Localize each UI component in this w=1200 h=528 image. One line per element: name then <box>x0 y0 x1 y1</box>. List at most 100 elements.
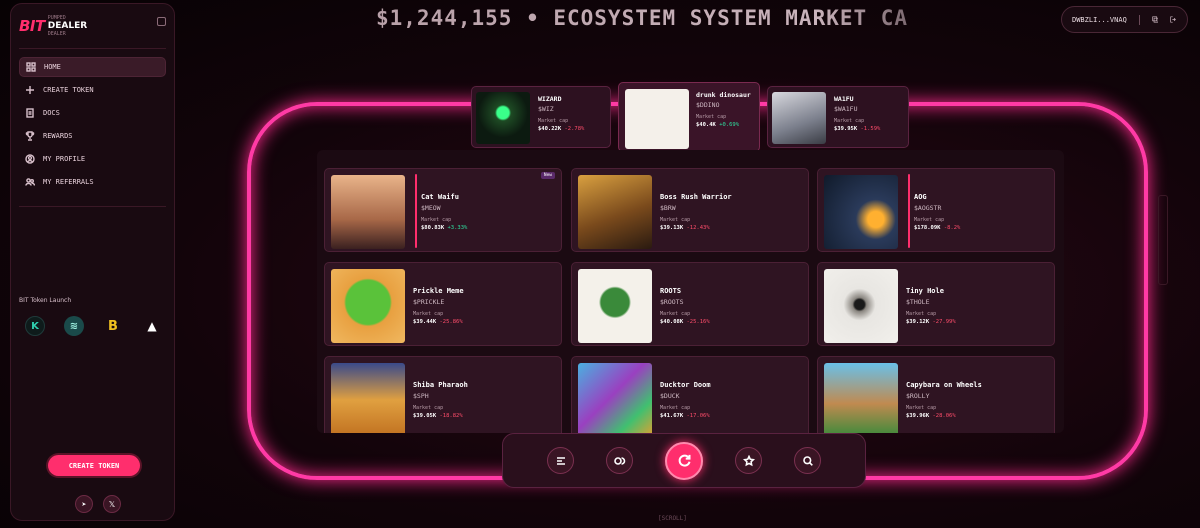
token-ticker: $MEOW <box>421 204 441 212</box>
x-twitter-icon[interactable]: 𝕏 <box>103 495 121 513</box>
sidebar-item-label: MY PROFILE <box>43 155 86 163</box>
market-cap-value: $39.13K <box>660 225 684 231</box>
star-badge-icon <box>742 454 755 466</box>
market-cap-label: Market cap <box>906 405 937 411</box>
divider <box>19 48 166 49</box>
token-card[interactable]: New Cat Waifu $MEOW Market cap $80.83K +… <box>324 168 562 252</box>
user-icon <box>25 154 35 164</box>
users-icon <box>25 178 35 186</box>
search-icon <box>802 455 813 466</box>
collapse-sidebar-icon[interactable] <box>157 17 166 26</box>
token-image <box>625 89 689 149</box>
market-cap-value: $39.12K <box>906 319 930 325</box>
refresh-button[interactable] <box>665 441 703 480</box>
token-name: WIZARD <box>538 95 562 103</box>
token-card[interactable]: ROOTS $ROOTS Market cap $40.08K -25.16% <box>571 262 809 346</box>
price-change: -17.06% <box>686 413 710 419</box>
wave-logo-icon[interactable]: ≋ <box>64 316 84 336</box>
token-name: Prickle Meme <box>413 287 464 295</box>
token-card[interactable]: Boss Rush Warrior $BRW Market cap $39.13… <box>571 168 809 252</box>
featured-token-card[interactable]: WIZARD $WIZ Market cap $40.22K -2.78% <box>471 86 611 148</box>
new-badge: New <box>540 172 555 179</box>
token-ticker: $ROLLY <box>906 392 930 400</box>
token-card[interactable]: Tiny Hole $THOLE Market cap $39.12K -27.… <box>817 262 1055 346</box>
scroll-hint: [SCROLL] <box>658 515 687 522</box>
divider <box>19 206 166 207</box>
docs-icon <box>26 108 34 118</box>
favorites-button[interactable] <box>735 447 762 474</box>
sidebar-item-home[interactable]: HOME <box>19 57 166 77</box>
market-cap-value: $178.09K <box>914 225 941 231</box>
toggle-button[interactable] <box>606 447 633 474</box>
sidebar-item-rewards[interactable]: REWARDS <box>19 126 166 146</box>
featured-token-card-highlighted[interactable]: drunk dinosaur $DDINO Market cap $40.4K … <box>618 82 760 152</box>
token-ticker: $DDINO <box>696 101 720 109</box>
token-image <box>824 175 898 249</box>
market-cap-label: Market cap <box>538 118 569 124</box>
market-cap-label: Market cap <box>660 217 691 223</box>
sidebar-item-create-token[interactable]: CREATE TOKEN <box>19 80 166 100</box>
wallet-button[interactable]: DWBZLI...VNAQ <box>1061 6 1188 33</box>
token-image <box>578 175 652 249</box>
token-name: Boss Rush Warrior <box>660 193 732 201</box>
search-button[interactable] <box>794 447 821 474</box>
price-change: -27.99% <box>932 319 956 325</box>
market-cap-label: Market cap <box>906 311 937 317</box>
token-card[interactable]: Ducktor Doom $DUCK Market cap $41.67K -1… <box>571 356 809 433</box>
token-card[interactable]: Shiba Pharaoh $SPH Market cap $39.05K -1… <box>324 356 562 433</box>
token-name: ROOTS <box>660 287 682 295</box>
price-change: -28.06% <box>932 413 956 419</box>
token-image <box>824 363 898 433</box>
token-ticker: $WIZ <box>538 105 554 113</box>
toggle-icon <box>613 456 625 465</box>
social-links: ➤ 𝕏 <box>75 495 121 513</box>
token-ticker: $WA1FU <box>834 105 858 113</box>
token-name: Ducktor Doom <box>660 381 711 389</box>
token-image <box>578 269 652 343</box>
progress-bar <box>908 174 910 248</box>
price-change: -18.82% <box>439 413 463 419</box>
price-change: -25.16% <box>686 319 710 325</box>
copy-icon[interactable] <box>1151 15 1159 24</box>
create-token-button[interactable]: CREATE TOKEN <box>48 455 140 476</box>
mountain-logo-icon[interactable]: ▲ <box>142 316 162 336</box>
token-grid: New Cat Waifu $MEOW Market cap $80.83K +… <box>317 150 1064 433</box>
bnb-logo-icon[interactable]: B <box>103 316 123 336</box>
token-ticker: $AOGSTR <box>914 204 942 212</box>
bottom-dock <box>502 433 866 488</box>
featured-token-card[interactable]: WA1FU $WA1FU Market cap $39.95K -1.59% <box>767 86 909 148</box>
market-cap-value: $40.4K <box>696 122 716 128</box>
market-cap-value: $40.08K <box>660 319 684 325</box>
market-cap-label: Market cap <box>421 217 452 223</box>
sidebar-item-my-profile[interactable]: MY PROFILE <box>19 149 166 169</box>
sidebar-nav: HOME CREATE TOKEN DOCS REWARDS MY PROFIL… <box>19 57 166 192</box>
app-root: BIT PUMPED DEALER DEALER HOME CREATE TOK… <box>0 0 1200 528</box>
token-card[interactable]: AOG $AOGSTR Market cap $178.09K -8.2% <box>817 168 1055 252</box>
telegram-icon[interactable]: ➤ <box>75 495 93 513</box>
price-change: -1.59% <box>860 126 881 132</box>
token-ticker: $PRICKLE <box>413 298 445 306</box>
sidebar-item-label: CREATE TOKEN <box>43 86 94 94</box>
token-image <box>331 175 405 249</box>
token-ticker: $ROOTS <box>660 298 684 306</box>
logo-dealer: DEALER <box>47 21 88 31</box>
logout-icon[interactable] <box>1170 15 1177 24</box>
menu-button[interactable] <box>547 447 574 474</box>
kucoin-icon[interactable]: K <box>25 316 45 336</box>
plus-icon <box>26 86 34 94</box>
market-cap-value: $39.05K <box>413 413 437 419</box>
price-change: -8.2% <box>943 225 961 231</box>
market-cap-label: Market cap <box>834 118 865 124</box>
market-cap-label: Market cap <box>914 217 945 223</box>
token-image <box>578 363 652 433</box>
wallet-address: DWBZLI...VNAQ <box>1072 15 1127 24</box>
sidebar-item-my-referrals[interactable]: MY REFERRALS <box>19 172 166 192</box>
token-card[interactable]: Prickle Meme $PRICKLE Market cap $39.44K… <box>324 262 562 346</box>
sidebar-item-label: MY REFERRALS <box>43 178 94 186</box>
brand-logo[interactable]: BIT PUMPED DEALER DEALER <box>19 12 166 40</box>
token-name: drunk dinosaur <box>696 91 751 99</box>
token-card[interactable]: Capybara on Wheels $ROLLY Market cap $39… <box>817 356 1055 433</box>
market-cap-label: Market cap <box>696 114 727 120</box>
sidebar-item-docs[interactable]: DOCS <box>19 103 166 123</box>
frame-decoration <box>1158 195 1168 285</box>
